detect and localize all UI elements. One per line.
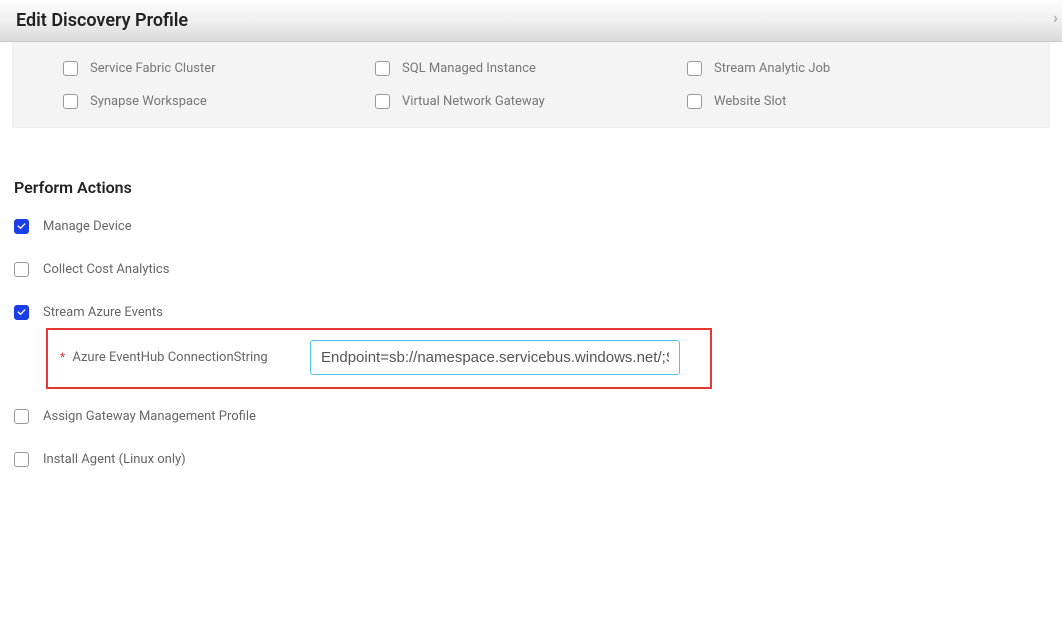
section-title-perform-actions: Perform Actions <box>14 178 1050 197</box>
services-panel: Service Fabric Cluster SQL Managed Insta… <box>12 42 1050 128</box>
checkbox-assign-gateway-profile[interactable] <box>14 409 29 424</box>
checkbox-virtual-network-gateway[interactable] <box>375 94 390 109</box>
checkbox-manage-device[interactable] <box>14 219 29 234</box>
dialog-content: Service Fabric Cluster SQL Managed Insta… <box>0 42 1062 525</box>
service-item: Stream Analytic Job <box>687 61 999 76</box>
service-label: Synapse Workspace <box>90 94 207 109</box>
action-item-stream-events: Stream Azure Events <box>12 305 1050 320</box>
action-item-install-agent: Install Agent (Linux only) <box>12 452 1050 467</box>
service-item: Virtual Network Gateway <box>375 94 687 109</box>
close-icon[interactable]: › <box>1053 8 1058 27</box>
service-label: Service Fabric Cluster <box>90 61 216 76</box>
eventhub-highlight-box: * Azure EventHub ConnectionString <box>46 328 712 389</box>
checkbox-stream-azure-events[interactable] <box>14 305 29 320</box>
eventhub-field-label: * Azure EventHub ConnectionString <box>60 350 310 365</box>
action-label: Install Agent (Linux only) <box>43 452 186 467</box>
services-row: Synapse Workspace Virtual Network Gatewa… <box>63 94 999 109</box>
service-item: Website Slot <box>687 94 999 109</box>
service-item: Synapse Workspace <box>63 94 375 109</box>
action-item-assign-gateway: Assign Gateway Management Profile <box>12 409 1050 424</box>
checkbox-website-slot[interactable] <box>687 94 702 109</box>
dialog-title: Edit Discovery Profile <box>16 10 188 31</box>
checkbox-service-fabric-cluster[interactable] <box>63 61 78 76</box>
service-label: Virtual Network Gateway <box>402 94 545 109</box>
eventhub-label-text: Azure EventHub ConnectionString <box>72 350 267 365</box>
checkbox-collect-cost-analytics[interactable] <box>14 262 29 277</box>
service-label: SQL Managed Instance <box>402 61 536 76</box>
eventhub-connectionstring-input[interactable] <box>310 340 680 375</box>
service-item: SQL Managed Instance <box>375 61 687 76</box>
checkbox-install-agent[interactable] <box>14 452 29 467</box>
service-item: Service Fabric Cluster <box>63 61 375 76</box>
checkbox-synapse-workspace[interactable] <box>63 94 78 109</box>
action-label: Stream Azure Events <box>43 305 163 320</box>
action-item-manage-device: Manage Device <box>12 219 1050 234</box>
action-label: Assign Gateway Management Profile <box>43 409 256 424</box>
dialog-header: Edit Discovery Profile › <box>0 0 1062 42</box>
checkbox-stream-analytic-job[interactable] <box>687 61 702 76</box>
action-label: Collect Cost Analytics <box>43 262 169 277</box>
action-item-collect-cost: Collect Cost Analytics <box>12 262 1050 277</box>
service-label: Website Slot <box>714 94 786 109</box>
action-label: Manage Device <box>43 219 132 234</box>
service-label: Stream Analytic Job <box>714 61 830 76</box>
services-row: Service Fabric Cluster SQL Managed Insta… <box>63 61 999 76</box>
checkbox-sql-managed-instance[interactable] <box>375 61 390 76</box>
required-asterisk: * <box>60 350 65 364</box>
